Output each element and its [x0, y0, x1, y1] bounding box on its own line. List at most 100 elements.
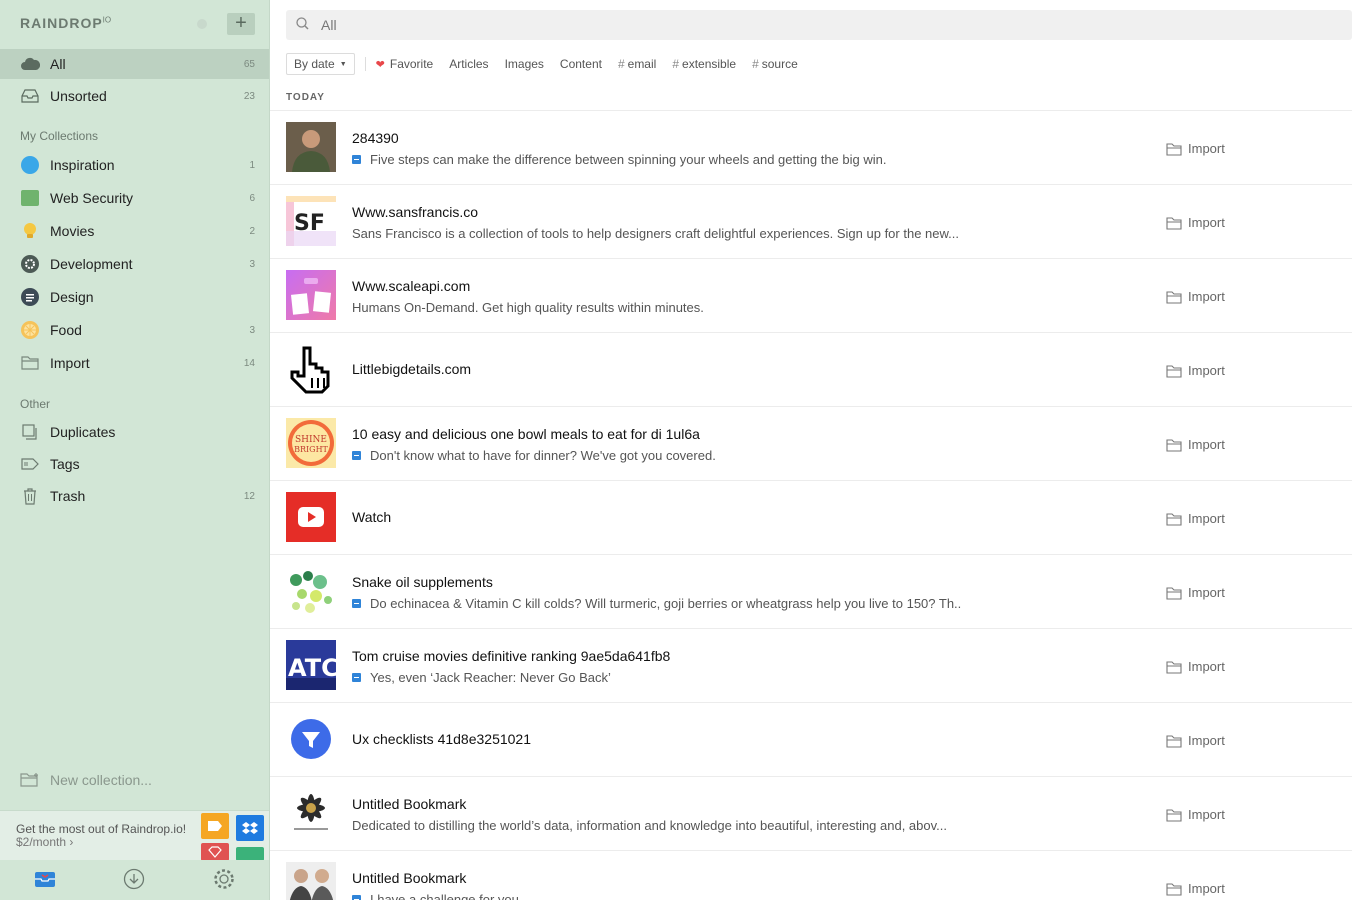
- article-icon: [352, 599, 361, 608]
- gem-icon: [201, 843, 229, 861]
- sidebar-item-trash[interactable]: Trash 12: [0, 481, 269, 511]
- heart-icon: ❤: [375, 58, 385, 71]
- bookmark-collection: Import: [1166, 511, 1225, 526]
- bookmark-row[interactable]: SHINE BRIGHT 10 easy and delicious one bo…: [270, 407, 1352, 481]
- bookmark-title: Www.sansfrancis.co: [352, 204, 479, 220]
- sidebar-item-count: 2: [249, 225, 255, 237]
- bookmark-collection: Import: [1166, 733, 1225, 748]
- sidebar-bottom-bar: [0, 860, 269, 900]
- upgrade-promo[interactable]: Get the most out of Raindrop.io! $2/mont…: [0, 810, 269, 861]
- article-icon: [352, 155, 361, 164]
- inbox-tray-icon: [34, 870, 56, 891]
- sidebar-item-label: Import: [50, 355, 90, 371]
- filter-tag-source[interactable]: # source: [752, 57, 798, 71]
- filter-label: Content: [559, 57, 602, 71]
- filter-articles[interactable]: Articles: [449, 57, 488, 71]
- sort-label: By date: [294, 57, 335, 71]
- sidebar-item-unsorted[interactable]: Unsorted 23: [0, 81, 269, 111]
- svg-text:BRIGHT: BRIGHT: [294, 445, 328, 454]
- filter-label: Articles: [449, 57, 489, 71]
- bookmark-title: 10 easy and delicious one bowl meals to …: [352, 426, 700, 442]
- search-input[interactable]: All: [286, 10, 1352, 40]
- filter-tag-extensible[interactable]: # extensible: [672, 57, 736, 71]
- cloud-icon: [20, 54, 40, 74]
- bookmark-row[interactable]: Watch Import: [270, 481, 1352, 555]
- filter-label: Favorite: [389, 57, 434, 71]
- bookmark-row[interactable]: Littlebigdetails.com Import: [270, 333, 1352, 407]
- bookmark-row[interactable]: Snake oil supplements Do echinacea & Vit…: [270, 555, 1352, 629]
- bookmark-description: Humans On-Demand. Get high quality resul…: [352, 300, 704, 315]
- bookmark-row[interactable]: SF Www.sansfrancis.co Sans Francisco is …: [270, 185, 1352, 259]
- folder-icon: [1166, 808, 1182, 822]
- main-content: All By date ▼ ❤ Favorite Articles Images…: [270, 0, 1352, 900]
- filter-divider: [364, 57, 366, 71]
- bookmark-collection: Import: [1166, 363, 1225, 378]
- bookmark-collection: Import: [1166, 289, 1225, 304]
- sidebar-item-web-security[interactable]: Web Security 6: [0, 183, 269, 213]
- sidebar-item-import[interactable]: Import 14: [0, 348, 269, 378]
- bookmark-title: Snake oil supplements: [352, 574, 493, 590]
- sidebar-item-all[interactable]: All 65: [0, 49, 269, 79]
- sidebar-item-label: Web Security: [50, 190, 133, 206]
- other-heading: Other: [20, 397, 51, 411]
- sidebar-item-design[interactable]: Design: [0, 282, 269, 312]
- bookmark-description: Don't know what to have for dinner? We'v…: [352, 448, 716, 463]
- bookmark-row[interactable]: Www.scaleapi.com Humans On-Demand. Get h…: [270, 259, 1352, 333]
- sidebar-item-duplicates[interactable]: Duplicates: [0, 417, 269, 447]
- folder-icon: [1166, 438, 1182, 452]
- bookmark-row[interactable]: Untitled Bookmark Dedicated to distillin…: [270, 777, 1352, 851]
- bookmark-title: Watch: [352, 509, 392, 525]
- filter-bar: By date ▼ ❤ Favorite Articles Images Con…: [286, 52, 814, 76]
- bookmarks-tab-button[interactable]: [25, 860, 65, 900]
- sidebar-item-count: 23: [243, 90, 255, 102]
- download-button[interactable]: [114, 860, 154, 900]
- folder-icon: [1166, 660, 1182, 674]
- gear-icon: [213, 868, 235, 893]
- add-bookmark-button[interactable]: +: [227, 13, 255, 35]
- sidebar-item-count: 3: [249, 324, 255, 336]
- sort-dropdown[interactable]: By date ▼: [286, 53, 355, 75]
- search-icon: [296, 17, 309, 33]
- sidebar-item-label: Food: [50, 322, 82, 338]
- sidebar-item-label: Design: [50, 289, 94, 305]
- bookmark-thumbnail: [286, 862, 336, 900]
- folder-icon: [1166, 882, 1182, 896]
- bookmark-title: Littlebigdetails.com: [352, 361, 472, 377]
- sidebar-item-tags[interactable]: Tags: [0, 449, 269, 479]
- sidebar-item-label: Trash: [50, 488, 86, 504]
- sidebar-item-inspiration[interactable]: Inspiration 1: [0, 150, 269, 180]
- sidebar-item-label: Tags: [50, 456, 80, 472]
- tag-icon: [20, 454, 40, 474]
- new-folder-icon: [20, 770, 40, 790]
- bookmark-row[interactable]: Ux checklists 41d8e3251021 Import: [270, 703, 1352, 777]
- bookmark-row[interactable]: 284390 Five steps can make the differenc…: [270, 111, 1352, 185]
- tag-app-icon: [201, 813, 229, 839]
- new-collection-button[interactable]: New collection...: [20, 770, 152, 790]
- sidebar-item-count: 3: [249, 258, 255, 270]
- sidebar-item-label: All: [50, 56, 66, 72]
- dropbox-icon: [236, 815, 264, 841]
- bookmark-row[interactable]: Untitled Bookmark I have a challenge for…: [270, 851, 1352, 900]
- sidebar-item-food[interactable]: Food 3: [0, 315, 269, 345]
- folder-icon: [1166, 216, 1182, 230]
- sidebar-item-development[interactable]: Development 3: [0, 249, 269, 279]
- sidebar-item-count: 12: [243, 490, 255, 502]
- promo-text: Get the most out of Raindrop.io! $2/mont…: [16, 823, 186, 849]
- filter-images[interactable]: Images: [505, 57, 544, 71]
- sidebar-item-movies[interactable]: Movies 2: [0, 216, 269, 246]
- bookmark-thumbnail: [286, 566, 336, 616]
- filter-content[interactable]: Content: [560, 57, 602, 71]
- bookmark-row[interactable]: ATC Tom cruise movies definitive ranking…: [270, 629, 1352, 703]
- bookmark-title: Untitled Bookmark: [352, 796, 467, 812]
- bookmark-thumbnail: [286, 714, 336, 764]
- settings-button[interactable]: [204, 860, 244, 900]
- design-icon: [20, 287, 40, 307]
- sidebar-item-label: Inspiration: [50, 157, 115, 173]
- bookmark-collection: Import: [1166, 659, 1225, 674]
- filter-tag-email[interactable]: # email: [618, 57, 656, 71]
- filter-label: source: [761, 57, 798, 71]
- filter-favorite[interactable]: ❤ Favorite: [376, 57, 434, 71]
- bookmark-description: Dedicated to distilling the world’s data…: [352, 818, 947, 833]
- sidebar-item-count: 6: [249, 192, 255, 204]
- food-icon: [20, 320, 40, 340]
